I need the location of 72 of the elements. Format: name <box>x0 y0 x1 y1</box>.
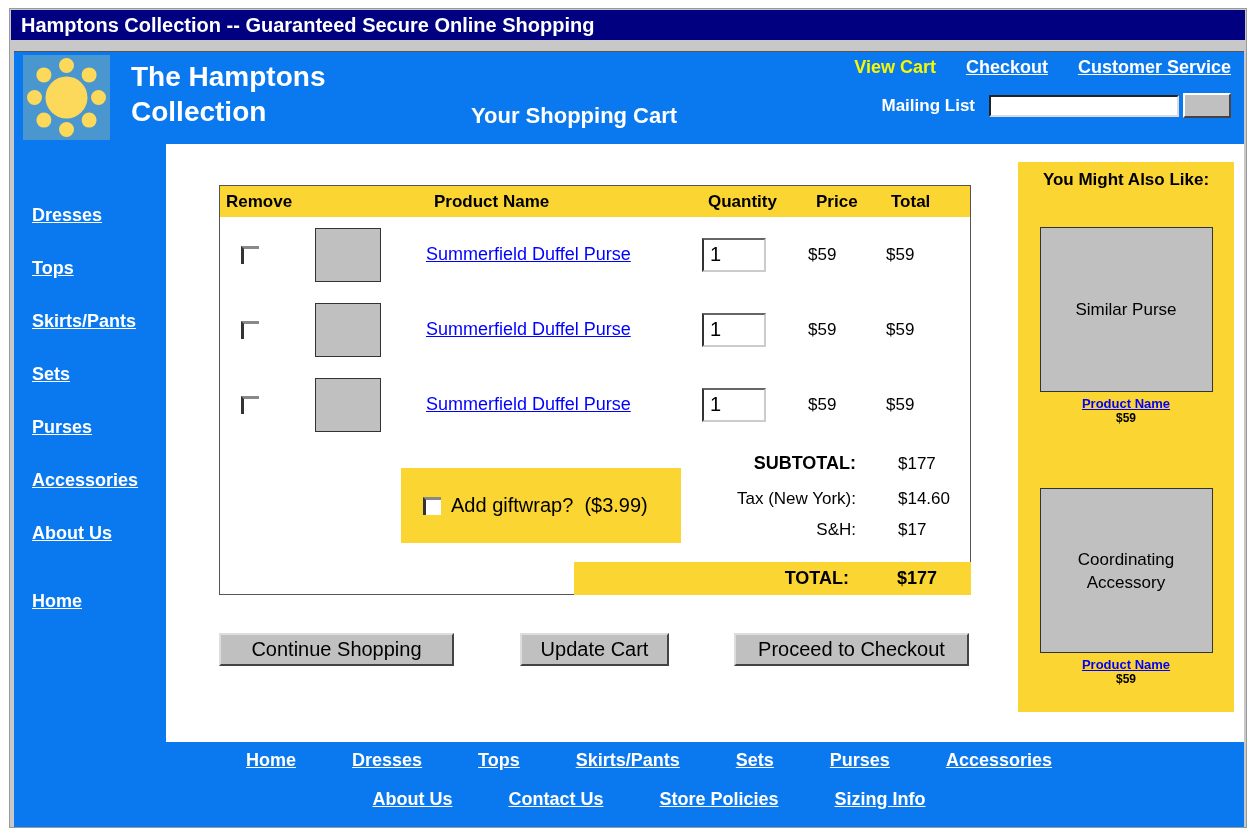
footer-link[interactable]: Dresses <box>352 750 423 771</box>
summary-label: Tax (New York): <box>735 489 856 509</box>
image-caption: Similar Purse <box>1075 299 1177 321</box>
product-link[interactable]: Product Name <box>1081 657 1171 672</box>
price-text: $59 <box>808 394 837 414</box>
action-button[interactable]: Continue Shopping <box>219 633 454 666</box>
nav-link[interactable]: View Cart <box>854 57 936 78</box>
total-text: $59 <box>886 244 915 264</box>
total-text: $59 <box>886 394 915 414</box>
sidebar-link[interactable]: About Us <box>32 523 166 544</box>
quantity-field[interactable]: 1 <box>702 237 766 272</box>
nav-link[interactable]: Customer Service <box>1077 57 1231 78</box>
footer-link[interactable]: Sets <box>735 750 774 771</box>
sidebar-link[interactable]: Sets <box>32 364 166 385</box>
summary-label: S&H: <box>815 520 856 540</box>
price-text: $59 <box>1116 672 1136 686</box>
column-header: Price <box>815 191 859 212</box>
footer-link[interactable]: Tops <box>478 750 520 771</box>
email-field[interactable] <box>989 94 1179 117</box>
submit-button[interactable] <box>1183 93 1231 118</box>
product-image <box>315 302 381 357</box>
panel-title: You Might Also Like: <box>1042 170 1210 190</box>
sidebar-link[interactable]: Tops <box>32 258 166 279</box>
product-link[interactable]: Summerfield Duffel Purse <box>426 319 631 339</box>
footer-link[interactable]: Sizing Info <box>834 789 926 810</box>
total-value: $177 <box>897 568 938 589</box>
product-image <box>315 377 381 432</box>
sidebar-link[interactable]: Accessories <box>32 470 166 491</box>
footer-link[interactable]: Home <box>246 750 297 771</box>
quantity-field[interactable]: 1 <box>702 387 766 422</box>
sidebar-link[interactable]: Home <box>32 591 166 612</box>
summary-value: $17 <box>898 520 927 540</box>
footer-link[interactable]: About Us <box>372 789 453 810</box>
page-title: Your Shopping Cart <box>471 103 678 130</box>
giftwrap-label: Add giftwrap? ($3.99) <box>451 494 648 517</box>
action-button[interactable]: Proceed to Checkout <box>734 633 969 666</box>
sidebar-link[interactable]: Dresses <box>32 205 166 226</box>
image-caption: Coordinating Accessory <box>1076 548 1176 594</box>
column-header: Total <box>890 191 932 212</box>
total-text: $59 <box>886 319 915 339</box>
sun-logo-icon <box>23 55 110 140</box>
checkbox[interactable] <box>423 496 441 515</box>
product-link[interactable]: Product Name <box>1081 396 1171 411</box>
summary-label: SUBTOTAL: <box>752 453 856 474</box>
window-title: Hamptons Collection -- Guaranteed Secure Online Shopping <box>11 10 1245 40</box>
price-text: $59 <box>1116 411 1136 425</box>
quantity-field[interactable]: 1 <box>702 312 766 347</box>
footer-link[interactable]: Skirts/Pants <box>575 750 680 771</box>
column-header: Remove <box>225 191 294 212</box>
footer-link[interactable]: Store Policies <box>659 789 779 810</box>
product-link[interactable]: Summerfield Duffel Purse <box>426 394 631 414</box>
summary-value: $177 <box>898 454 936 474</box>
price-text: $59 <box>808 244 837 264</box>
product-link[interactable]: Summerfield Duffel Purse <box>426 244 631 264</box>
footer-link[interactable]: Accessories <box>945 750 1052 771</box>
action-button[interactable]: Update Cart <box>520 633 669 666</box>
total-label: TOTAL: <box>783 568 849 589</box>
footer-link[interactable]: Contact Us <box>508 789 604 810</box>
nav-link[interactable]: Checkout <box>965 57 1048 78</box>
summary-value: $14.60 <box>898 489 950 509</box>
mailing-list-label: Mailing List <box>881 95 975 116</box>
site-name: The Hamptons Collection <box>131 60 327 129</box>
sidebar-link[interactable]: Skirts/Pants <box>32 311 166 332</box>
checkbox[interactable] <box>241 245 259 264</box>
sidebar-link[interactable]: Purses <box>32 417 166 438</box>
checkbox[interactable] <box>241 320 259 339</box>
column-header: Quantity <box>707 191 778 212</box>
footer-link[interactable]: Purses <box>829 750 890 771</box>
product-image <box>315 227 381 282</box>
checkbox[interactable] <box>241 395 259 414</box>
price-text: $59 <box>808 319 837 339</box>
column-header: Product Name <box>433 191 551 212</box>
